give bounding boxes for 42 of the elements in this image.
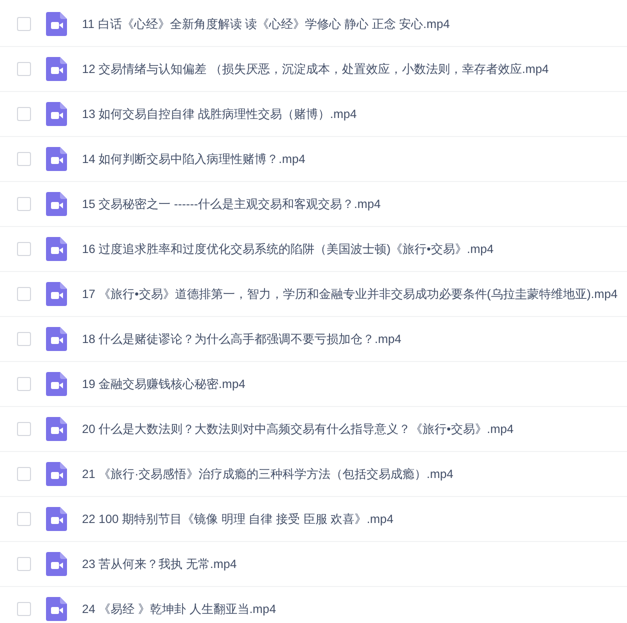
video-file-icon [46,462,67,486]
video-file-icon [46,12,67,36]
video-file-icon [46,327,67,351]
file-name[interactable]: 23 苦从何来？我执 无常.mp4 [82,555,237,573]
file-name[interactable]: 18 什么是赌徒谬论？为什么高手都强调不要亏损加仓？.mp4 [82,330,402,348]
checkbox[interactable] [17,557,31,571]
video-file-icon [46,237,67,261]
video-file-icon [46,372,67,396]
checkbox[interactable] [17,332,31,346]
checkbox[interactable] [17,197,31,211]
checkbox[interactable] [17,467,31,481]
video-file-icon [46,597,67,621]
checkbox[interactable] [17,377,31,391]
file-name[interactable]: 22 100 期特别节目《镜像 明理 自律 接受 臣服 欢喜》.mp4 [82,510,394,528]
file-name[interactable]: 12 交易情绪与认知偏差 （损失厌恶，沉淀成本，处置效应，小数法则，幸存者效应.mp4 [82,60,549,78]
checkbox[interactable] [17,17,31,31]
file-name[interactable]: 19 金融交易赚钱核心秘密.mp4 [82,375,246,393]
checkbox[interactable] [17,107,31,121]
file-name[interactable]: 21 《旅行·交易感悟》治疗成瘾的三种科学方法（包括交易成瘾）.mp4 [82,465,454,483]
video-file-icon [46,552,67,576]
video-file-icon [46,147,67,171]
file-name[interactable]: 11 白话《心经》全新角度解读 读《心经》学修心 静心 正念 安心.mp4 [82,15,450,33]
file-name[interactable]: 16 过度追求胜率和过度优化交易系统的陷阱（美国波士顿)《旅行•交易》.mp4 [82,240,494,258]
video-file-icon [46,57,67,81]
file-name[interactable]: 24 《易经 》乾坤卦 人生翻亚当.mp4 [82,600,276,618]
checkbox[interactable] [17,602,31,616]
checkbox[interactable] [17,287,31,301]
file-name[interactable]: 13 如何交易自控自律 战胜病理性交易（赌博）.mp4 [82,105,357,123]
file-name[interactable]: 15 交易秘密之一 ------什么是主观交易和客观交易？.mp4 [82,195,381,213]
video-file-icon [46,282,67,306]
file-name[interactable]: 17 《旅行•交易》道德排第一，智力，学历和金融专业并非交易成功必要条件(乌拉圭蒙特维地亚).mp4 [82,285,618,303]
checkbox[interactable] [17,62,31,76]
checkbox[interactable] [17,242,31,256]
video-file-icon [46,507,67,531]
file-name[interactable]: 14 如何判断交易中陷入病理性赌博？.mp4 [82,150,306,168]
video-file-icon [46,417,67,441]
checkbox[interactable] [17,512,31,526]
video-file-icon [46,192,67,216]
checkbox[interactable] [17,152,31,166]
file-name[interactable]: 20 什么是大数法则？大数法则对中高频交易有什么指导意义？《旅行•交易》.mp4 [82,420,514,438]
checkbox[interactable] [17,422,31,436]
video-file-icon [46,102,67,126]
